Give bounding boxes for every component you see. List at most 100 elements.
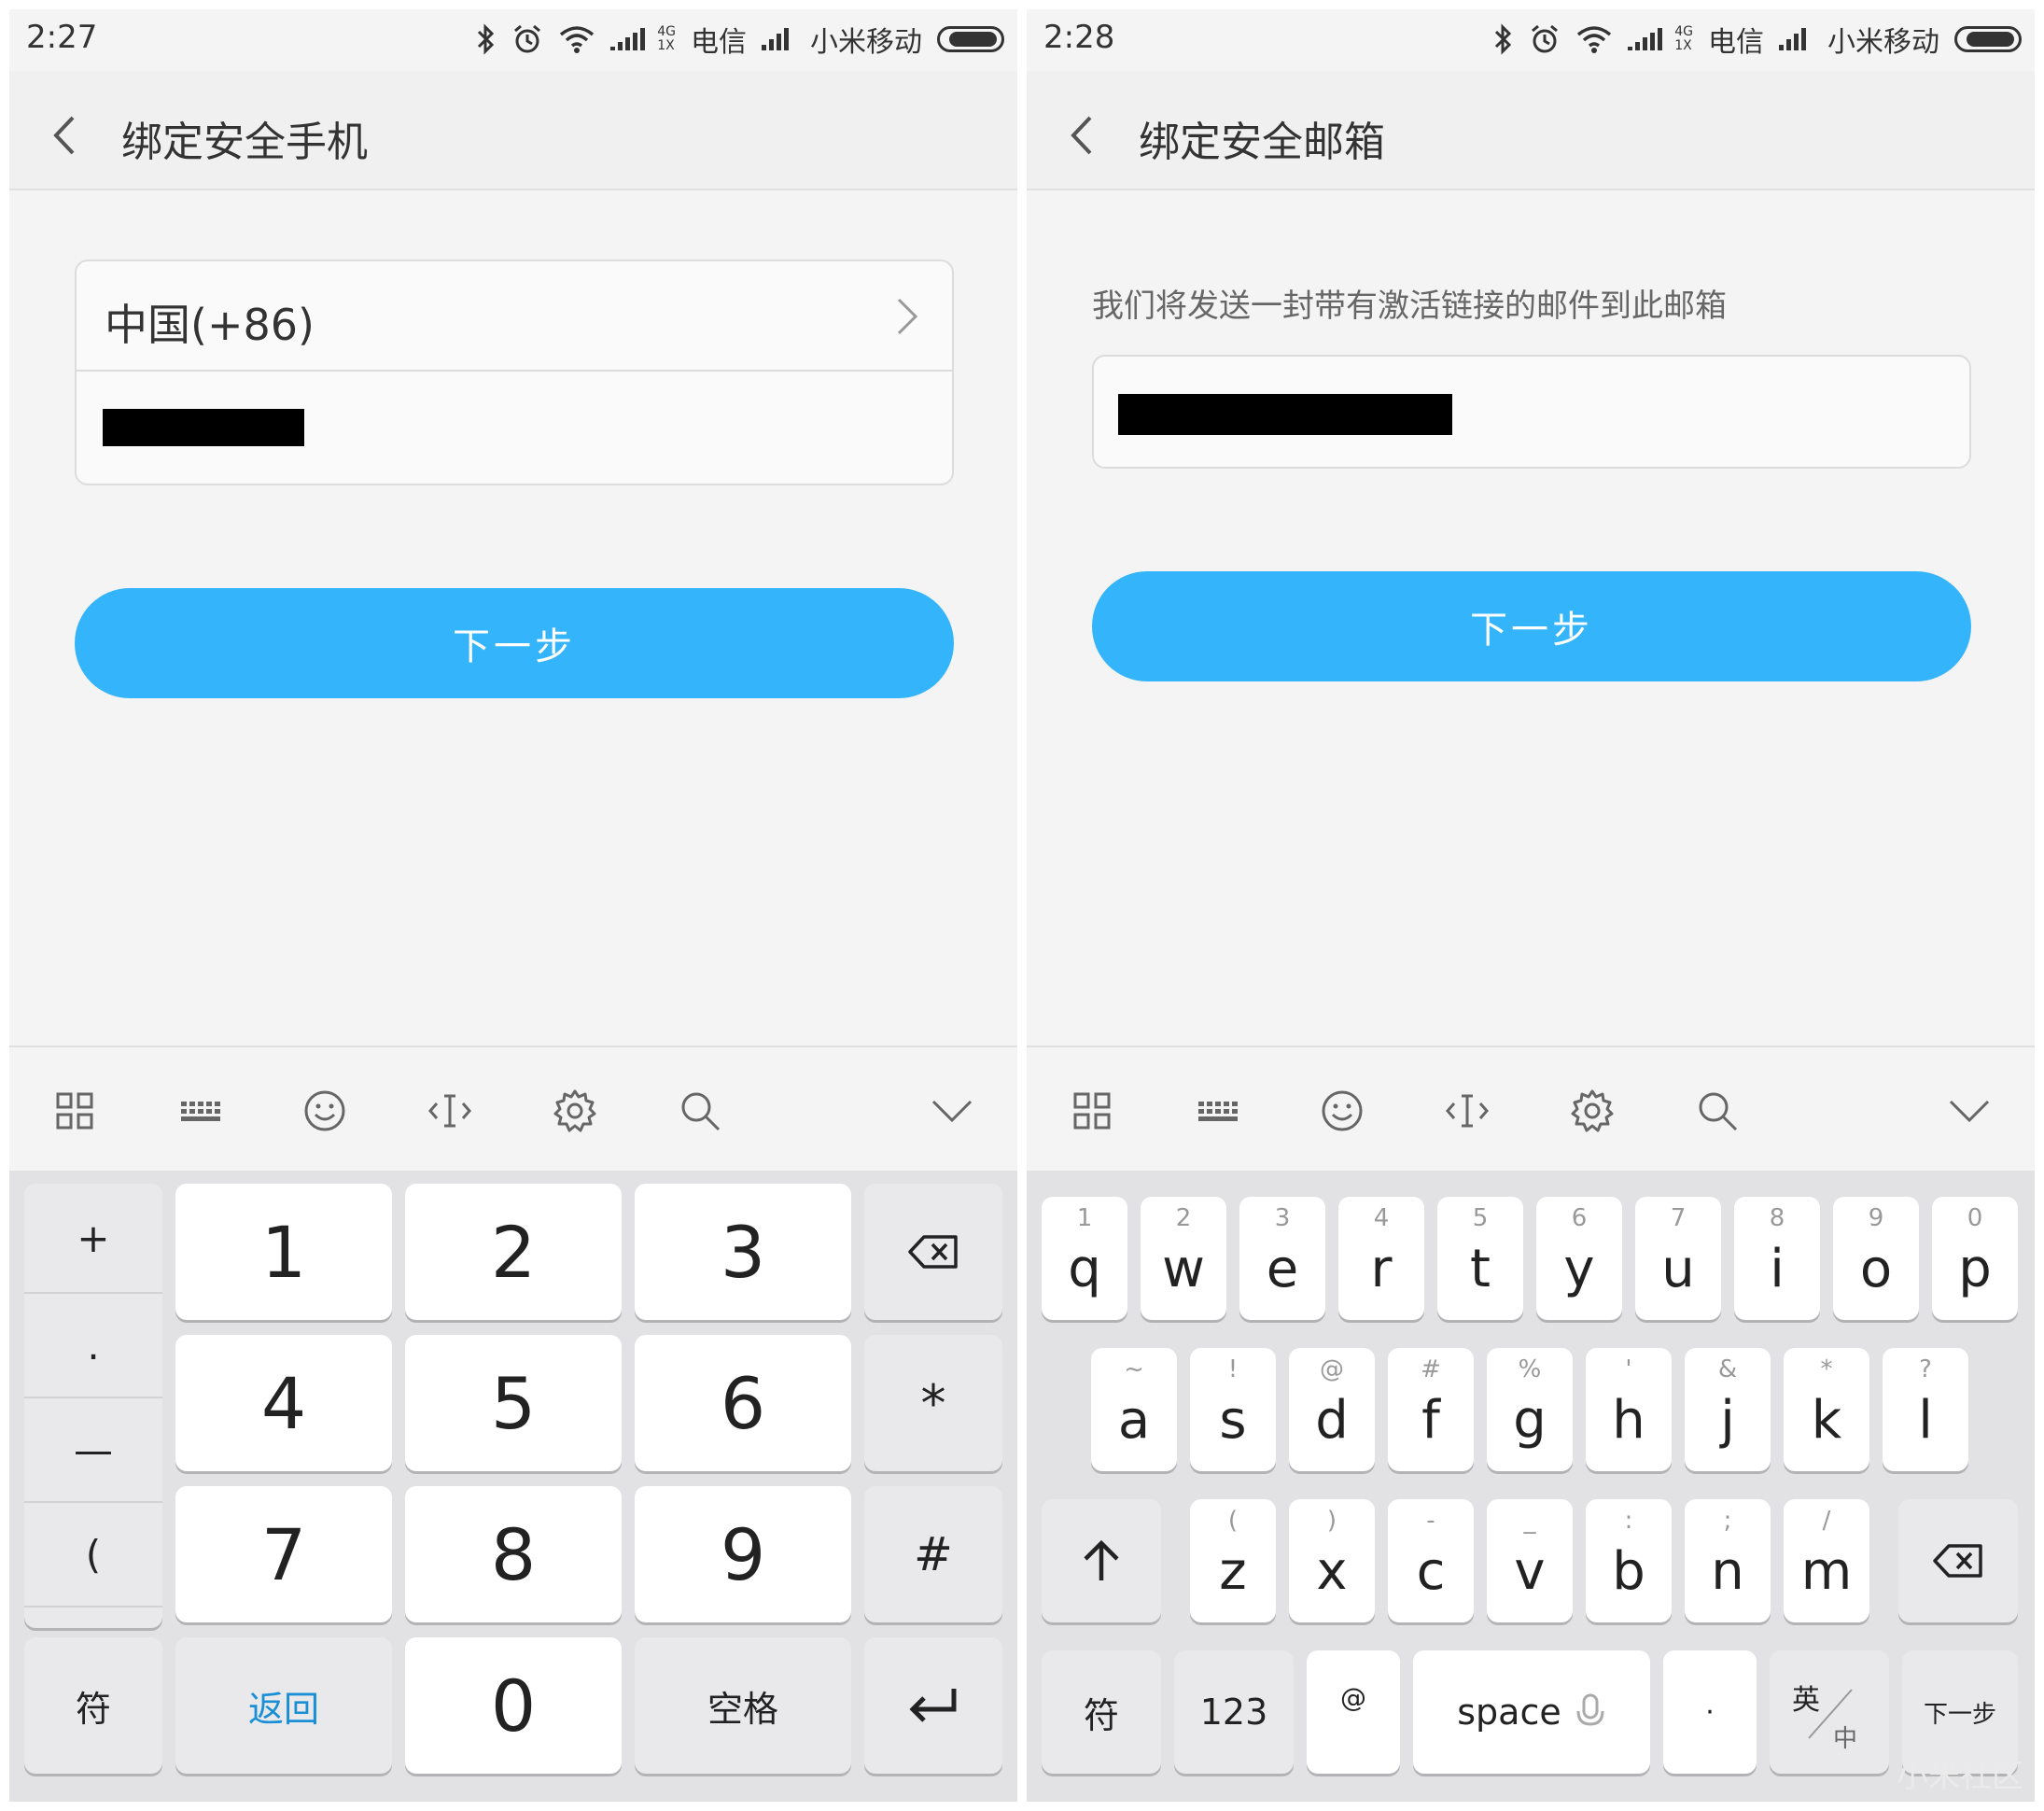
symbol-key[interactable]: ( bbox=[24, 1503, 162, 1607]
wifi-icon bbox=[560, 26, 595, 53]
letter-key[interactable]: 6y bbox=[1536, 1197, 1622, 1320]
search-icon[interactable] bbox=[678, 1088, 722, 1133]
letter-key[interactable]: @ d bbox=[1289, 1348, 1375, 1471]
language-toggle-key[interactable]: 英 中 bbox=[1770, 1650, 1889, 1774]
hash-key[interactable]: # bbox=[864, 1486, 1002, 1622]
wifi-icon bbox=[1577, 26, 1612, 53]
symbol-key[interactable]: — bbox=[24, 1398, 162, 1503]
letter-key[interactable]: 8i bbox=[1734, 1197, 1820, 1320]
settings-gear-icon[interactable] bbox=[553, 1088, 597, 1133]
letter-key[interactable]: ' h bbox=[1586, 1348, 1672, 1471]
symbol-key[interactable]: . bbox=[24, 1294, 162, 1398]
letter-key[interactable]: ; n bbox=[1685, 1499, 1771, 1622]
chevron-right-icon bbox=[897, 298, 918, 335]
numbers-key[interactable]: 123 bbox=[1174, 1650, 1294, 1774]
carrier-1: 电信 bbox=[691, 26, 747, 59]
cursor-move-icon[interactable] bbox=[427, 1088, 472, 1133]
keyboard-toolbar bbox=[9, 1046, 1017, 1171]
status-icons: 4G 1X 电信 小米移动 bbox=[476, 19, 1004, 60]
digit-key-8[interactable]: 8 bbox=[405, 1486, 622, 1622]
letter-key[interactable]: 7u bbox=[1635, 1197, 1721, 1320]
symbol-key[interactable]: + bbox=[24, 1184, 162, 1294]
letter-key[interactable]: -c bbox=[1388, 1499, 1474, 1622]
apps-grid-icon[interactable] bbox=[1070, 1088, 1114, 1133]
settings-gear-icon[interactable] bbox=[1570, 1088, 1615, 1133]
letter-key[interactable]: _ v bbox=[1487, 1499, 1573, 1622]
keyboard-toolbar bbox=[1027, 1046, 2035, 1171]
letter-key[interactable]: (z bbox=[1190, 1499, 1276, 1622]
digit-key-0[interactable]: 0 bbox=[405, 1637, 622, 1774]
shift-key[interactable] bbox=[1042, 1499, 1161, 1622]
letter-key[interactable]: * k bbox=[1784, 1348, 1869, 1471]
emoji-icon[interactable] bbox=[302, 1088, 347, 1133]
dot-key[interactable]: · bbox=[1663, 1650, 1757, 1774]
qwerty-keyboard: 1q 2w 3e 4r 5t 6y 7u 8i 9o 0p ~ a ! s @ d #… bbox=[1027, 1171, 2035, 1802]
letter-key[interactable]: 9o bbox=[1833, 1197, 1919, 1320]
symbol-column: + . — ( bbox=[24, 1184, 162, 1628]
letter-key[interactable]: 1q bbox=[1042, 1197, 1127, 1320]
letter-key[interactable]: & j bbox=[1685, 1348, 1771, 1471]
digit-key-6[interactable]: 6 bbox=[635, 1335, 851, 1471]
bluetooth-icon bbox=[478, 23, 495, 55]
chevron-down-icon[interactable] bbox=[1947, 1088, 1992, 1133]
chevron-down-icon[interactable] bbox=[930, 1088, 974, 1133]
backspace-key[interactable] bbox=[864, 1184, 1002, 1320]
cursor-move-icon[interactable] bbox=[1445, 1088, 1490, 1133]
status-bar: 2:28 4G 1X 电信 小米移动 bbox=[1027, 9, 2035, 71]
next-button[interactable]: 下一步 bbox=[1092, 571, 1971, 681]
digit-key-1[interactable]: 1 bbox=[175, 1184, 392, 1320]
letter-key[interactable]: % g bbox=[1487, 1348, 1573, 1471]
email-field[interactable] bbox=[1092, 355, 1971, 469]
carrier-2: 小米移动 bbox=[1827, 26, 1939, 59]
backspace-icon bbox=[908, 1235, 958, 1269]
watermark: 小米社区 bbox=[1897, 1758, 2023, 1795]
letter-key[interactable]: 0p bbox=[1932, 1197, 2018, 1320]
space-key[interactable]: 空格 bbox=[635, 1637, 851, 1774]
back-arrow-icon[interactable] bbox=[47, 114, 84, 157]
country-selector[interactable]: 中国(+86) bbox=[77, 261, 952, 372]
enter-key[interactable] bbox=[864, 1637, 1002, 1774]
letter-key[interactable]: :b bbox=[1586, 1499, 1672, 1622]
at-key[interactable]: @ bbox=[1307, 1650, 1400, 1774]
symbols-key[interactable]: 符 bbox=[1042, 1650, 1161, 1774]
search-icon[interactable] bbox=[1695, 1088, 1740, 1133]
back-arrow-icon[interactable] bbox=[1064, 114, 1101, 157]
digit-key-2[interactable]: 2 bbox=[405, 1184, 622, 1320]
letter-key[interactable]: / m bbox=[1784, 1499, 1869, 1622]
emoji-icon[interactable] bbox=[1320, 1088, 1365, 1133]
return-key[interactable]: 返回 bbox=[175, 1637, 392, 1774]
digit-key-3[interactable]: 3 bbox=[635, 1184, 851, 1320]
redacted-phone-number bbox=[103, 409, 304, 446]
redacted-email bbox=[1118, 394, 1452, 435]
next-button[interactable]: 下一步 bbox=[75, 588, 954, 698]
symbols-key[interactable]: 符 bbox=[24, 1637, 162, 1774]
digit-key-5[interactable]: 5 bbox=[405, 1335, 622, 1471]
letter-key[interactable]: 2w bbox=[1141, 1197, 1226, 1320]
backspace-key[interactable] bbox=[1898, 1499, 2018, 1622]
keyboard-icon[interactable] bbox=[1195, 1088, 1243, 1133]
digit-key-7[interactable]: 7 bbox=[175, 1486, 392, 1622]
phone-screen-bind-email: 2:28 4G 1X 电信 小米移动 绑定安全邮箱 我们将发送一封带有激活链接的邮… bbox=[1027, 9, 2035, 1802]
alarm-icon bbox=[1532, 24, 1559, 53]
digit-key-4[interactable]: 4 bbox=[175, 1335, 392, 1471]
space-key[interactable]: space bbox=[1413, 1650, 1650, 1774]
status-icons: 4G 1X 电信 小米移动 bbox=[1493, 19, 2022, 60]
letter-key[interactable]: ) x bbox=[1289, 1499, 1375, 1622]
digit-key-9[interactable]: 9 bbox=[635, 1486, 851, 1622]
asterisk-key[interactable]: * bbox=[864, 1335, 1002, 1471]
phone-screen-bind-phone: 2:27 4G 1X 电信 小米移动 绑定安全手机 中国(+86) 下一步 + … bbox=[9, 9, 1017, 1802]
letter-key[interactable]: ! s bbox=[1190, 1348, 1276, 1471]
keyboard-icon[interactable] bbox=[177, 1088, 226, 1133]
letter-key[interactable]: 3e bbox=[1239, 1197, 1325, 1320]
letter-key[interactable]: 5t bbox=[1437, 1197, 1523, 1320]
letter-key[interactable]: ~ a bbox=[1091, 1348, 1177, 1471]
apps-grid-icon[interactable] bbox=[52, 1088, 97, 1133]
letter-key[interactable]: # f bbox=[1388, 1348, 1474, 1471]
letter-key[interactable]: ? l bbox=[1883, 1348, 1968, 1471]
numeric-keyboard: + . — ( 1 2 3 4 5 6 * 7 8 9 # 符 返回 0 空格 bbox=[9, 1171, 1017, 1802]
microphone-icon bbox=[1576, 1693, 1604, 1726]
shift-arrow-icon bbox=[1084, 1539, 1119, 1580]
status-time: 2:27 bbox=[26, 19, 98, 56]
phone-number-field[interactable] bbox=[77, 372, 952, 485]
letter-key[interactable]: 4r bbox=[1338, 1197, 1424, 1320]
